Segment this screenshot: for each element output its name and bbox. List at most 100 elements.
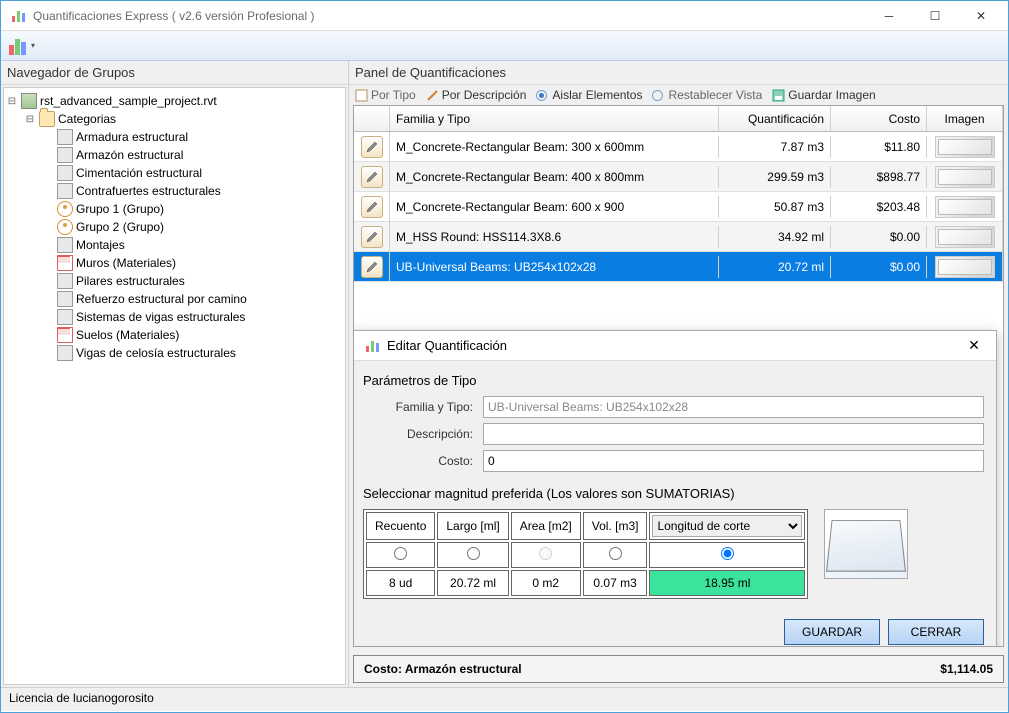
guardar-button[interactable]: GUARDAR bbox=[784, 619, 880, 645]
category-icon bbox=[57, 309, 73, 325]
col-img[interactable]: Imagen bbox=[927, 106, 1003, 131]
category-icon bbox=[57, 147, 73, 163]
magnitud-table: Recuento Largo [ml] Area [m2] Vol. [m3] … bbox=[363, 509, 808, 599]
cell-cost: $203.48 bbox=[831, 196, 927, 218]
tree-item[interactable]: Cimentación estructural bbox=[6, 164, 343, 182]
collapse-icon[interactable]: ⊟ bbox=[6, 96, 18, 107]
btn-por-tipo[interactable]: Por Tipo bbox=[355, 88, 416, 102]
quant-grid: Familia y Tipo Quantificación Costo Imag… bbox=[353, 105, 1004, 647]
tree-item[interactable]: Suelos (Materiales) bbox=[6, 326, 343, 344]
app-menu-button[interactable]: ▾ bbox=[5, 35, 39, 57]
table-row[interactable]: M_Concrete-Rectangular Beam: 400 x 800mm… bbox=[354, 162, 1003, 192]
cell-cost: $0.00 bbox=[831, 256, 927, 278]
btn-guardar-imagen[interactable]: Guardar Imagen bbox=[772, 88, 875, 102]
magnitud-select[interactable]: Longitud de corte bbox=[652, 515, 802, 537]
tree-item[interactable]: Pilares estructurales bbox=[6, 272, 343, 290]
tree-label: Pilares estructurales bbox=[76, 274, 185, 288]
btn-reset-vista[interactable]: Restablecer Vista bbox=[652, 88, 762, 102]
main-toolbar: ▾ bbox=[1, 31, 1008, 61]
maximize-button[interactable]: ☐ bbox=[912, 1, 958, 31]
edit-row-button[interactable] bbox=[361, 166, 383, 188]
cell-cost: $11.80 bbox=[831, 136, 927, 158]
btn-por-descripcion[interactable]: Por Descripción bbox=[426, 88, 527, 102]
descripcion-input[interactable] bbox=[483, 423, 984, 445]
cell-quant: 20.72 ml bbox=[719, 256, 831, 278]
app-icon bbox=[11, 8, 27, 24]
caret-down-icon: ▾ bbox=[31, 41, 35, 50]
total-label: Costo: Armazón estructural bbox=[364, 662, 522, 676]
edit-row-button[interactable] bbox=[361, 196, 383, 218]
magnitud-label: Seleccionar magnitud preferida (Los valo… bbox=[363, 486, 984, 501]
beam-preview bbox=[824, 509, 908, 579]
tree-item[interactable]: Armazón estructural bbox=[6, 146, 343, 164]
cell-cost: $898.77 bbox=[831, 166, 927, 188]
tree-label: Montajes bbox=[76, 238, 125, 252]
tree-root[interactable]: ⊟ rst_advanced_sample_project.rvt bbox=[6, 92, 343, 110]
edit-row-button[interactable] bbox=[361, 226, 383, 248]
cell-quant: 299.59 m3 bbox=[719, 166, 831, 188]
radio-vol[interactable] bbox=[609, 547, 622, 560]
radio-recuento[interactable] bbox=[394, 547, 407, 560]
category-icon bbox=[57, 129, 73, 145]
table-row[interactable]: M_Concrete-Rectangular Beam: 600 x 900 5… bbox=[354, 192, 1003, 222]
category-icon bbox=[57, 291, 73, 307]
familia-label: Familia y Tipo: bbox=[363, 400, 483, 414]
category-icon bbox=[57, 237, 73, 253]
cerrar-button[interactable]: CERRAR bbox=[888, 619, 984, 645]
tree-item[interactable]: Grupo 1 (Grupo) bbox=[6, 200, 343, 218]
col-name[interactable]: Familia y Tipo bbox=[390, 106, 719, 131]
total-value: $1,114.05 bbox=[940, 662, 993, 676]
edit-row-button[interactable] bbox=[361, 256, 383, 278]
folder-icon bbox=[39, 111, 55, 127]
radio-largo[interactable] bbox=[467, 547, 480, 560]
tree-item[interactable]: Vigas de celosía estructurales bbox=[6, 344, 343, 362]
cell-cost: $0.00 bbox=[831, 226, 927, 248]
status-bar: Licencia de lucianogorosito bbox=[1, 687, 1008, 711]
radio-on-icon bbox=[536, 90, 547, 101]
category-icon bbox=[57, 345, 73, 361]
tree-label: Categorias bbox=[58, 112, 116, 126]
dialog-title: Editar Quantificación bbox=[387, 338, 960, 353]
btn-aislar[interactable]: Aislar Elementos bbox=[536, 88, 642, 102]
col-cost[interactable]: Costo bbox=[831, 106, 927, 131]
tree-item[interactable]: Sistemas de vigas estructurales bbox=[6, 308, 343, 326]
close-button[interactable]: ✕ bbox=[958, 1, 1004, 31]
tree-label: rst_advanced_sample_project.rvt bbox=[40, 94, 217, 108]
tree-item[interactable]: Refuerzo estructural por camino bbox=[6, 290, 343, 308]
bars-icon bbox=[9, 37, 27, 55]
collapse-icon[interactable]: ⊟ bbox=[24, 114, 36, 125]
radio-extra[interactable] bbox=[721, 547, 734, 560]
cell-quant: 34.92 ml bbox=[719, 226, 831, 248]
tree-item[interactable]: Grupo 2 (Grupo) bbox=[6, 218, 343, 236]
project-icon bbox=[21, 93, 37, 109]
tree-item[interactable]: Armadura estructural bbox=[6, 128, 343, 146]
col-quant[interactable]: Quantificación bbox=[719, 106, 831, 131]
cell-name: M_Concrete-Rectangular Beam: 400 x 800mm bbox=[390, 166, 719, 188]
cell-quant: 7.87 m3 bbox=[719, 136, 831, 158]
category-icon bbox=[57, 273, 73, 289]
descripcion-label: Descripción: bbox=[363, 427, 483, 441]
tree-categories[interactable]: ⊟ Categorias bbox=[6, 110, 343, 128]
tree-label: Cimentación estructural bbox=[76, 166, 202, 180]
tree-item[interactable]: Contrafuertes estructurales bbox=[6, 182, 343, 200]
table-row[interactable]: M_HSS Round: HSS114.3X8.6 34.92 ml $0.00 bbox=[354, 222, 1003, 252]
minimize-button[interactable]: ─ bbox=[866, 1, 912, 31]
edit-row-button[interactable] bbox=[361, 136, 383, 158]
costo-input[interactable] bbox=[483, 450, 984, 472]
group-tree[interactable]: ⊟ rst_advanced_sample_project.rvt ⊟ Cate… bbox=[3, 87, 346, 685]
tree-item[interactable]: Muros (Materiales) bbox=[6, 254, 343, 272]
window-title: Quantificaciones Express ( v2.6 versión … bbox=[33, 9, 866, 23]
tree-label: Grupo 2 (Grupo) bbox=[76, 220, 164, 234]
tree-label: Suelos (Materiales) bbox=[76, 328, 179, 342]
cell-quant: 50.87 m3 bbox=[719, 196, 831, 218]
table-row[interactable]: UB-Universal Beams: UB254x102x28 20.72 m… bbox=[354, 252, 1003, 282]
dialog-close-button[interactable]: ✕ bbox=[960, 337, 988, 354]
radio-area[interactable] bbox=[539, 547, 552, 560]
tree-label: Vigas de celosía estructurales bbox=[76, 346, 236, 360]
tree-item[interactable]: Montajes bbox=[6, 236, 343, 254]
category-icon bbox=[57, 201, 73, 217]
tree-label: Sistemas de vigas estructurales bbox=[76, 310, 245, 324]
tree-label: Armazón estructural bbox=[76, 148, 183, 162]
row-thumbnail bbox=[935, 136, 995, 158]
table-row[interactable]: M_Concrete-Rectangular Beam: 300 x 600mm… bbox=[354, 132, 1003, 162]
